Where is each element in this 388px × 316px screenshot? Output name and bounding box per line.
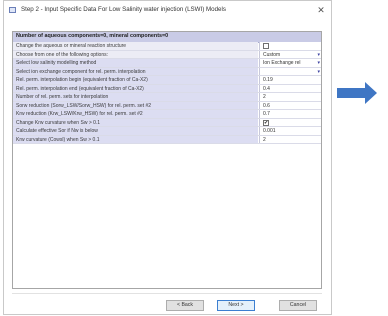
grid-header-text: Number of aqueous components=0, mineral … [16,33,169,39]
app-icon [9,7,16,13]
chevron-down-icon[interactable]: ▾ [317,59,320,67]
grid-row-label: Krw reduction (Krw_LSW/Krw_HSW) for rel.… [13,110,258,118]
grid-row-label: Change Krw curvature when Sw > 0.1 [13,118,258,126]
grid-row: Select ion exchange component for rel. p… [13,67,321,76]
grid-row: Calculate effective Sor if Nw is below 0.… [13,127,321,136]
grid-row-value-field[interactable]: 2 [259,93,321,101]
grid-row: Select low salinity modelling method Ion … [13,59,321,68]
grid-row-dropdown[interactable]: Ion Exchange rel ▾ [259,59,321,67]
grid-row-value-field[interactable]: 0.6 [259,101,321,109]
grid-row-label: Sorw reduction (Sorw_LSW/Sorw_HSW) for r… [13,101,258,109]
grid-row-value-field[interactable]: 0.19 [259,76,321,84]
cancel-button[interactable]: Cancel [279,300,317,311]
grid-row-label: Rel. perm. interpolation end (equivalent… [13,84,258,92]
grid-row-checkbox-cell[interactable] [259,42,321,50]
back-button[interactable]: < Back [166,300,204,311]
chevron-down-icon[interactable]: ▾ [317,68,320,76]
grid-row: Choose from one of the following options… [13,50,321,59]
grid-row-label: Choose from one of the following options… [13,50,258,58]
grid-row-checkbox-cell[interactable]: ✔ [259,118,321,126]
grid-row-label: Select low salinity modelling method [13,59,258,67]
grid-row-value-field[interactable]: 0.001 [259,127,321,135]
grid-row: Rel. perm. interpolation begin (equivale… [13,76,321,85]
close-icon[interactable]: ✕ [314,4,328,16]
grid-row-dropdown[interactable]: Custom ▾ [259,50,321,59]
grid-row-label: Select ion exchange component for rel. p… [13,67,258,75]
dropdown-value: Ion Exchange rel [263,60,301,66]
chevron-down-icon[interactable]: ▾ [317,51,320,59]
grid-row: Sorw reduction (Sorw_LSW/Sorw_HSW) for r… [13,101,321,110]
grid-row: Rel. perm. interpolation end (equivalent… [13,84,321,93]
dropdown-value: Custom [263,51,281,58]
next-button[interactable]: Next > [217,300,255,311]
window-title: Step 2 - Input Specific Data For Low Sal… [21,6,226,13]
grid-row: Krw curvature (Cowsl) when Sw > 0.1 2 [13,135,321,144]
grid-row-label: Calculate effective Sor if Nw is below [13,127,258,135]
property-grid: Number of aqueous components=0, mineral … [12,31,322,289]
grid-row: Number of rel. perm. sets for interpolat… [13,93,321,102]
grid-row-label: Change the aqueous or mineral reaction s… [13,42,258,50]
grid-row: Change Krw curvature when Sw > 0.1 ✔ [13,118,321,127]
footer-divider [12,293,322,294]
right-arrow-icon [337,82,377,104]
checkbox[interactable] [263,43,269,49]
grid-row-label: Number of rel. perm. sets for interpolat… [13,93,258,101]
checkbox[interactable]: ✔ [263,119,269,126]
grid-row-value-field[interactable]: 2 [259,135,321,143]
title-bar: Step 2 - Input Specific Data For Low Sal… [4,1,331,21]
grid-row-value-field[interactable]: 0.4 [259,84,321,92]
grid-row-label: Rel. perm. interpolation begin (equivale… [13,76,258,84]
grid-row-value-field[interactable]: 0.7 [259,110,321,118]
grid-row: Krw reduction (Krw_LSW/Krw_HSW) for rel.… [13,110,321,119]
lswi-dialog: Step 2 - Input Specific Data For Low Sal… [3,0,332,315]
grid-row: Change the aqueous or mineral reaction s… [13,42,321,51]
grid-row-dropdown[interactable]: ▾ [259,67,321,76]
grid-row-label: Krw curvature (Cowsl) when Sw > 0.1 [13,135,258,143]
